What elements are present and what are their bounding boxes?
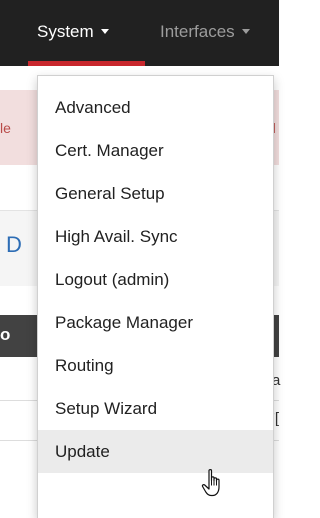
menu-item-high-avail-sync[interactable]: High Avail. Sync — [38, 215, 273, 258]
caret-down-icon — [100, 29, 109, 34]
alert-text-fragment-left: le — [0, 120, 11, 136]
panel-text-fragment: D — [6, 232, 22, 257]
menu-item-routing[interactable]: Routing — [38, 344, 273, 387]
menu-item-update[interactable]: Update — [38, 430, 273, 473]
menu-item-cert-manager[interactable]: Cert. Manager — [38, 129, 273, 172]
system-menu-list: Advanced Cert. Manager General Setup Hig… — [38, 76, 273, 473]
menu-item-setup-wizard[interactable]: Setup Wizard — [38, 387, 273, 430]
nav-interfaces-label: Interfaces — [160, 22, 235, 41]
nav-interfaces-menu[interactable]: Interfaces — [160, 20, 250, 44]
menu-item-advanced[interactable]: Advanced — [38, 86, 273, 129]
active-menu-indicator — [28, 61, 145, 66]
hand-pointer-icon — [201, 469, 220, 497]
top-navbar: System Interfaces — [0, 0, 279, 66]
nav-system-menu[interactable]: System — [37, 20, 109, 44]
menu-item-logout[interactable]: Logout (admin) — [38, 258, 273, 301]
menu-item-package-manager[interactable]: Package Manager — [38, 301, 273, 344]
menu-item-general-setup[interactable]: General Setup — [38, 172, 273, 215]
nav-system-label: System — [37, 22, 94, 41]
system-dropdown-menu: Advanced Cert. Manager General Setup Hig… — [37, 75, 274, 518]
caret-down-icon — [241, 29, 250, 34]
table-header-fragment: o — [0, 325, 11, 344]
